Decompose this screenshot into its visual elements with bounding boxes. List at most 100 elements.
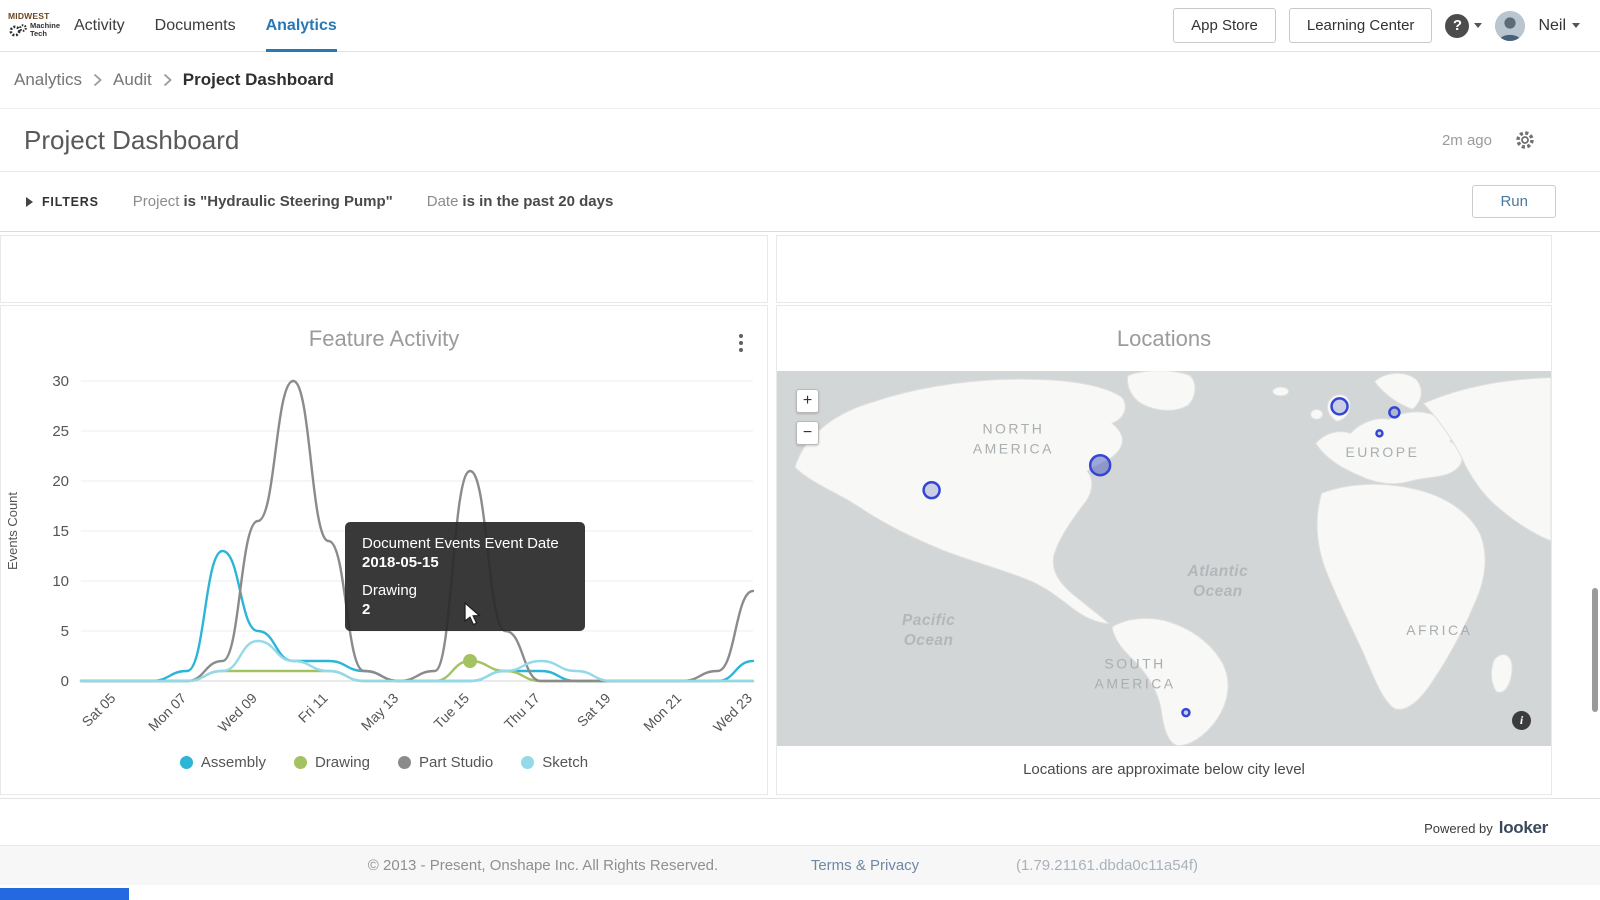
last-updated-label: 2m ago [1442, 132, 1492, 149]
looker-logo: looker [1499, 818, 1548, 838]
help-menu[interactable]: ? [1445, 14, 1482, 38]
x-tick-label: Sat 19 [574, 690, 614, 730]
legend-label: Part Studio [419, 754, 493, 771]
x-tick-label: Fri 11 [295, 690, 331, 726]
chart-title: Feature Activity [1, 326, 767, 352]
empty-tile-right [776, 235, 1552, 303]
map-label: EUROPE [1345, 444, 1419, 460]
y-tick-label: 30 [52, 373, 69, 390]
company-logo[interactable]: MIDWEST Machine Tech [8, 12, 60, 39]
filter-condition: is "Hydraulic Steering Pump" [183, 193, 392, 210]
filter-date[interactable]: Dateis in the past 20 days [427, 193, 614, 210]
legend-label: Sketch [542, 754, 588, 771]
vertical-scrollbar[interactable] [1592, 588, 1598, 712]
x-tick-label: Tue 15 [430, 690, 472, 732]
empty-tile-left [0, 235, 768, 303]
chart-legend: Assembly Drawing Part Studio Sketch [1, 754, 767, 771]
run-button[interactable]: Run [1472, 185, 1556, 218]
map-title: Locations [777, 326, 1551, 352]
filter-field: Project [133, 193, 180, 210]
legend-item-drawing[interactable]: Drawing [294, 754, 370, 771]
learning-center-button[interactable]: Learning Center [1289, 8, 1433, 43]
legend-dot [398, 756, 411, 769]
chevron-down-icon [1572, 23, 1580, 28]
y-tick-label: 5 [61, 623, 69, 640]
copyright-text: © 2013 - Present, Onshape Inc. All Right… [368, 846, 718, 886]
highlighted-point[interactable] [463, 654, 477, 668]
filter-field: Date [427, 193, 459, 210]
filters-toggle[interactable]: FILTERS [26, 195, 99, 209]
page-title: Project Dashboard [24, 125, 239, 156]
title-bar: Project Dashboard 2m ago [0, 109, 1600, 172]
logo-text-tech: Tech [30, 30, 60, 39]
x-tick-label: May 13 [358, 690, 402, 734]
location-marker[interactable] [1376, 430, 1382, 436]
app-root: MIDWEST Machine Tech Activity Documents … [0, 0, 1600, 900]
map-info-icon[interactable]: i [1512, 711, 1531, 730]
map-label: AFRICA [1406, 622, 1472, 638]
zoom-out-button[interactable]: − [796, 421, 819, 445]
y-tick-label: 15 [52, 523, 69, 540]
x-tick-label: Wed 09 [215, 690, 260, 735]
y-tick-label: 25 [52, 423, 69, 440]
gear-icon [1514, 129, 1536, 151]
y-tick-label: 10 [52, 573, 69, 590]
user-avatar[interactable] [1495, 11, 1525, 41]
filter-project[interactable]: Projectis "Hydraulic Steering Pump" [133, 193, 393, 210]
tile-menu-kebab-icon[interactable] [737, 332, 745, 354]
mouse-cursor-icon [462, 602, 486, 633]
chevron-right-icon [163, 73, 172, 87]
nav-tab-analytics[interactable]: Analytics [266, 0, 337, 52]
locations-tile: Locations NORTHAMERICAEUROPEAFRICASOUTHA… [776, 305, 1552, 795]
chevron-right-icon [93, 73, 102, 87]
breadcrumb: Analytics Audit Project Dashboard [0, 52, 1600, 109]
help-icon[interactable]: ? [1445, 14, 1469, 38]
legend-dot [521, 756, 534, 769]
user-menu[interactable]: Neil [1538, 17, 1580, 35]
breadcrumb-analytics[interactable]: Analytics [14, 70, 82, 90]
x-tick-label: Wed 23 [710, 690, 755, 735]
footer: © 2013 - Present, Onshape Inc. All Right… [0, 845, 1600, 885]
legend-item-sketch[interactable]: Sketch [521, 754, 588, 771]
zoom-in-button[interactable]: + [796, 389, 819, 413]
location-marker[interactable] [1182, 709, 1189, 716]
breadcrumb-audit[interactable]: Audit [113, 70, 152, 90]
x-tick-label: Mon 07 [145, 690, 189, 734]
location-marker[interactable] [1090, 455, 1110, 475]
y-axis-label: Events Count [5, 492, 20, 570]
powered-by-looker[interactable]: Powered by looker [1424, 818, 1548, 838]
y-tick-label: 20 [52, 473, 69, 490]
legend-item-assembly[interactable]: Assembly [180, 754, 266, 771]
chevron-down-icon [1474, 23, 1482, 28]
legend-dot [180, 756, 193, 769]
legend-label: Assembly [201, 754, 266, 771]
avatar-silhouette-icon [1495, 11, 1525, 41]
gears-icon [8, 22, 27, 38]
app-store-button[interactable]: App Store [1173, 8, 1276, 43]
tooltip-series: Drawing [362, 582, 568, 599]
map-caption: Locations are approximate below city lev… [777, 761, 1551, 778]
terms-privacy-link[interactable]: Terms & Privacy [811, 846, 919, 886]
nav-tab-documents[interactable]: Documents [155, 0, 236, 52]
dashboard-settings-button[interactable] [1514, 129, 1536, 151]
location-marker[interactable] [1389, 407, 1399, 417]
filter-bar: FILTERS Projectis "Hydraulic Steering Pu… [0, 172, 1600, 232]
legend-label: Drawing [315, 754, 370, 771]
location-marker[interactable] [924, 482, 940, 498]
chat-widget-bar[interactable] [0, 888, 129, 900]
dashboard-divider [0, 798, 1600, 799]
tooltip-title: Document Events Event Date [362, 535, 568, 552]
filters-label: FILTERS [42, 195, 99, 209]
tooltip-date: 2018-05-15 [362, 554, 568, 571]
top-nav: MIDWEST Machine Tech Activity Documents … [0, 0, 1600, 52]
breadcrumb-current: Project Dashboard [183, 70, 334, 90]
powered-by-text: Powered by [1424, 821, 1493, 836]
legend-item-part-studio[interactable]: Part Studio [398, 754, 493, 771]
location-marker[interactable] [1332, 398, 1348, 414]
x-tick-label: Mon 21 [640, 690, 684, 734]
x-tick-label: Thu 17 [501, 690, 543, 732]
nav-tab-activity[interactable]: Activity [74, 0, 125, 52]
map-zoom-control: + − [796, 389, 819, 445]
user-name: Neil [1538, 17, 1566, 35]
world-map[interactable]: NORTHAMERICAEUROPEAFRICASOUTHAMERICAAtla… [777, 371, 1551, 746]
